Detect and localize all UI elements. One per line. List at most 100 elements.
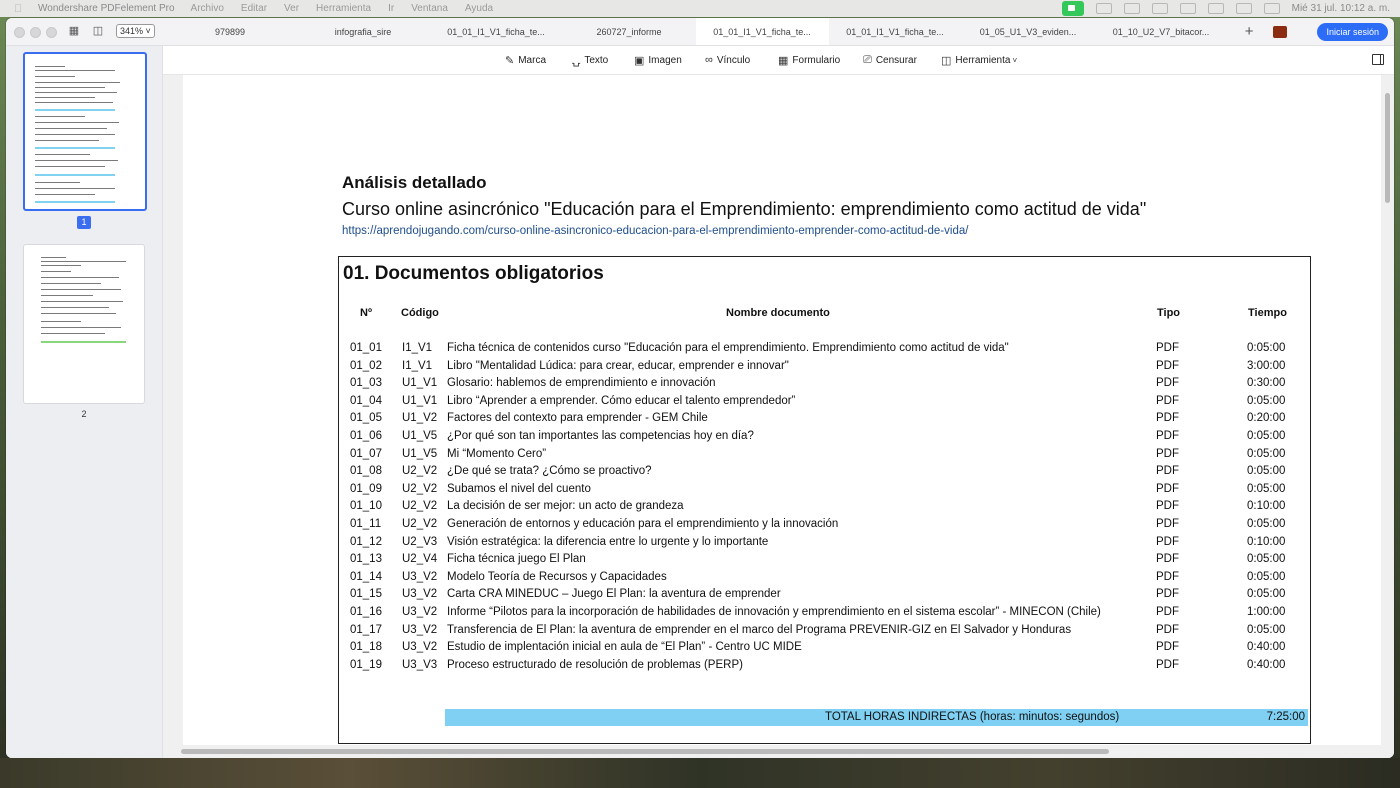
chevron-down-icon: ˅ [1012, 56, 1018, 65]
horizontal-scrollbar[interactable] [181, 749, 1109, 754]
document-canvas[interactable]: Análisis detallado Curso online asincrón… [163, 75, 1394, 758]
cell-codigo: U3_V2 [402, 623, 438, 636]
formulario-label: Formulario [792, 55, 841, 66]
heading-analisis: Análisis detallado [342, 173, 487, 192]
menu-herramienta[interactable]: Herramienta [316, 3, 371, 14]
cell-tiempo: 0:05:00 [1247, 553, 1286, 566]
vertical-scrollbar[interactable] [1385, 93, 1390, 203]
cell-tipo: PDF [1156, 359, 1179, 372]
wifi-icon[interactable] [1207, 3, 1224, 14]
page-number-2: 2 [81, 409, 87, 419]
cell-nombre: Ficha técnica juego El Plan [447, 553, 586, 566]
menu-editar[interactable]: Editar [241, 3, 267, 14]
right-panel-toggle-icon[interactable] [1372, 54, 1384, 65]
menu-ayuda[interactable]: Ayuda [465, 3, 493, 14]
texto-label: Texto [584, 55, 609, 66]
cell-tiempo: 1:00:00 [1247, 605, 1286, 618]
search-icon[interactable] [1235, 3, 1252, 14]
table-row: 01_05 U1_V2 Factores del contexto para emp… [339, 412, 1310, 430]
pdf-page[interactable]: Análisis detallado Curso online asincrón… [183, 75, 1381, 745]
cell-tiempo: 0:20:00 [1247, 412, 1286, 425]
cell-no: 01_06 [350, 429, 382, 442]
table-row: 01_15 U3_V2 Carta CRA MINEDUC – Juego El P… [339, 588, 1310, 606]
link-icon: ∞ [705, 54, 713, 66]
formulario-button[interactable]: ▦ Formulario [778, 54, 840, 67]
battery-icon[interactable] [1179, 3, 1196, 14]
documents-table-box: 01. Documentos obligatorios Nº Código No… [338, 256, 1311, 744]
cell-tiempo: 0:10:00 [1247, 500, 1286, 513]
cell-nombre: Libro “Aprender a emprender. Cómo educar… [447, 394, 796, 407]
cell-tipo: PDF [1156, 641, 1179, 654]
calendar-icon[interactable] [1123, 3, 1140, 14]
minimize-window-button[interactable] [30, 27, 41, 38]
censurar-label: Censurar [875, 55, 917, 66]
cell-codigo: U2_V2 [402, 517, 438, 530]
vinculo-button[interactable]: ∞ Vínculo [705, 54, 750, 66]
tab-evidencia[interactable]: 01_05_U1_V3_eviden... [962, 18, 1095, 45]
menu-archivo[interactable]: Archivo [191, 3, 224, 14]
grid-view-icon[interactable]: ▦ [68, 25, 80, 37]
table-row: 01_04 U1_V1 Libro “Aprender a emprender. C… [339, 395, 1310, 413]
new-tab-button[interactable]: + [1245, 23, 1254, 40]
course-title: Curso online asincrónico "Educación para… [342, 199, 1147, 219]
tab-979899[interactable]: 979899 [164, 18, 297, 45]
total-row: TOTAL HORAS INDIRECTAS (horas: minutos: … [445, 709, 1308, 726]
page-thumbnail-2[interactable] [23, 244, 145, 404]
table-row: 01_13 U2_V4 Ficha técnica juego El Plan PDF… [339, 553, 1310, 571]
censurar-button[interactable]: ⎚ Censurar [863, 54, 917, 67]
control-center-icon[interactable] [1263, 3, 1280, 14]
zoom-window-button[interactable] [46, 27, 57, 38]
headphones-icon[interactable] [1151, 3, 1168, 14]
table-row: 01_07 U1_V5 Mi “Momento Cero” PDF 0:05:00 [339, 448, 1310, 466]
course-url-link[interactable]: https://aprendojugando.com/curso-online-… [342, 225, 968, 237]
cell-codigo: U3_V2 [402, 641, 438, 654]
status-area: Mié 31 jul. 10:12 a. m. [1061, 0, 1390, 17]
tab-informe[interactable]: 260727_informe [563, 18, 696, 45]
cell-tipo: PDF [1156, 342, 1179, 354]
menu-ventana[interactable]: Ventana [411, 3, 448, 14]
page-thumbnail-1[interactable] [23, 52, 147, 211]
cell-no: 01_04 [350, 394, 382, 407]
cell-tiempo: 0:40:00 [1247, 641, 1286, 654]
cell-tipo: PDF [1156, 465, 1179, 478]
menu-ir[interactable]: Ir [388, 3, 394, 14]
sidebar-toggle-icon[interactable]: ◫ [92, 25, 104, 37]
column-header-no: Nº [360, 307, 372, 319]
close-window-button[interactable] [14, 27, 25, 38]
vinculo-label: Vínculo [716, 54, 751, 66]
cell-tiempo: 0:05:00 [1247, 465, 1286, 478]
zoom-select[interactable]: 341% ˅ [116, 24, 155, 38]
tab-infografia-sire[interactable]: infografia_sire [297, 18, 430, 45]
herramienta-button[interactable]: ◫ Herramienta ˅ [941, 54, 1017, 67]
marca-label: Marca [518, 55, 547, 66]
pen-icon: ✎ [505, 55, 515, 67]
texto-button[interactable]: ⍽ Texto [572, 54, 608, 67]
cell-tipo: PDF [1156, 535, 1179, 548]
thumbnail-sidebar: 1 2 [6, 46, 163, 758]
cell-tiempo: 3:00:00 [1247, 359, 1286, 372]
tab-ficha-tecnica-active[interactable]: 01_01_I1_V1_ficha_te... [696, 18, 829, 45]
table-row: 01_18 U3_V2 Estudio de implentación inicia… [339, 641, 1310, 659]
imagen-button[interactable]: ▣ Imagen [634, 54, 682, 67]
cell-codigo: U3_V3 [402, 658, 438, 671]
cell-nombre: La decisión de ser mejor: un acto de gra… [447, 500, 684, 513]
column-header-tipo: Tipo [1157, 307, 1181, 319]
tab-ficha-tecnica-3[interactable]: 01_01_I1_V1_ficha_te... [829, 18, 962, 45]
clock[interactable]: Mié 31 jul. 10:12 a. m. [1292, 3, 1390, 14]
avatar[interactable] [1273, 25, 1288, 38]
tab-ficha-tecnica-1[interactable]: 01_01_I1_V1_ficha_te... [430, 18, 563, 45]
menu-ver[interactable]: Ver [284, 3, 299, 14]
display-icon[interactable] [1095, 3, 1112, 14]
text-icon: ⍽ [572, 55, 581, 67]
tab-bitacora[interactable]: 01_10_U2_V7_bitacor... [1095, 18, 1228, 45]
app-name-menu[interactable]: Wondershare PDFelement Pro [38, 3, 175, 14]
cell-nombre: ¿De qué se trata? ¿Cómo se proactivo? [447, 465, 652, 478]
toolbox-icon: ◫ [941, 55, 952, 67]
marca-button[interactable]: ✎ Marca [505, 54, 546, 67]
cell-no: 01_19 [350, 658, 382, 671]
login-button[interactable]: Iniciar sesión [1317, 22, 1388, 41]
camera-icon[interactable] [1061, 1, 1084, 16]
cell-no: 01_13 [350, 553, 382, 566]
apple-icon[interactable]:  [14, 3, 26, 15]
table-body: 01_01 I1_V1 Ficha técnica de contenidos cu… [339, 342, 1310, 676]
